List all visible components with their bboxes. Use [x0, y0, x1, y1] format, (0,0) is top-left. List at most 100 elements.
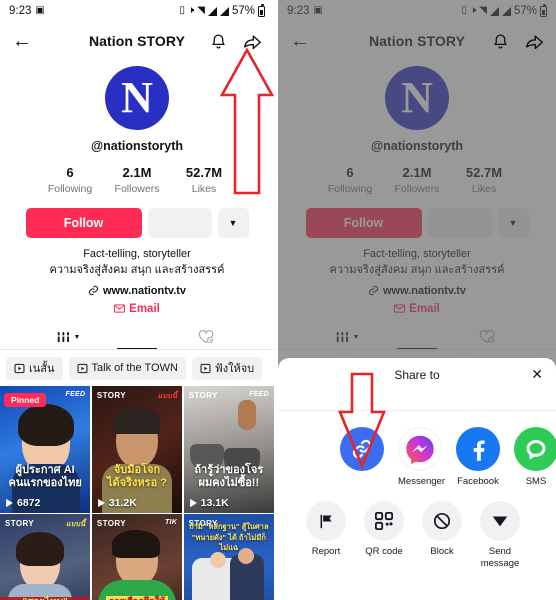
video-cell[interactable]: STORY FEED ถ้ารู้ว่าของโจร ผมคงไม่ซื้อ!! …	[183, 385, 274, 513]
stat-following[interactable]: 6 Following	[317, 165, 384, 195]
battery-icon	[540, 3, 547, 17]
stat-followers[interactable]: 2.1M Followers	[104, 165, 171, 195]
bell-icon[interactable]	[210, 33, 227, 50]
stat-following[interactable]: 6 Following	[37, 165, 104, 195]
signal-icon	[207, 6, 217, 16]
bio-line-2: ความจริงสู่สังคม สนุก และสร้างสรรค์	[329, 263, 505, 276]
stat-label: Likes	[471, 183, 497, 195]
bell-icon[interactable]	[492, 33, 509, 50]
tab-grid[interactable]: ▼	[0, 325, 157, 350]
email-button[interactable]: Email	[278, 303, 556, 315]
email-label: Email	[129, 302, 160, 315]
bio-line-1: Fact-telling, storyteller	[83, 248, 191, 260]
play-icon	[189, 498, 197, 508]
video-caption: ถ้ามี "หลักฐาน" สู้ในศาล "ทนายดัง" ได้ ถ้…	[189, 522, 269, 552]
action-qr-code[interactable]: QR code	[362, 501, 406, 570]
profile-actions: Follow ▼	[0, 208, 274, 238]
action-label: QR code	[365, 546, 403, 557]
share-target-label: Facebook	[457, 476, 499, 487]
tab-active-underline	[397, 347, 437, 350]
status-bar: 9:23 ▣ ▯ 🕨 ◥ 57%	[278, 0, 556, 22]
lock-icon: ▯	[461, 5, 467, 16]
email-button[interactable]: Email	[0, 303, 274, 315]
stat-label: Following	[327, 183, 373, 195]
share-target-facebook[interactable]: Facebook	[456, 427, 500, 487]
avatar[interactable]: N	[385, 66, 449, 130]
more-options-button[interactable]: ▼	[497, 208, 529, 238]
stat-likes[interactable]: 52.7M Likes	[451, 165, 518, 195]
stat-value: 2.1M	[122, 165, 152, 180]
playlist-chip[interactable]: เนสั้น	[6, 356, 63, 380]
battery-percent: 57%	[231, 5, 255, 17]
story-badge: STORY	[188, 390, 218, 400]
signal-icon	[489, 6, 499, 16]
share-target-label: SMS	[525, 476, 547, 487]
profile-bio: Fact-telling, storyteller ความจริงสู่สัง…	[0, 247, 274, 279]
message-button[interactable]	[147, 208, 212, 238]
video-cell[interactable]: STORY แบบนี้ "สวยไหม"สดใส-เฉียบคม? 1733	[0, 514, 91, 600]
avatar[interactable]: N	[105, 66, 169, 130]
profile-website[interactable]: www.nationtv.tv	[0, 285, 274, 297]
wifi-icon: ◥	[479, 5, 487, 16]
lock-icon: ▯	[179, 5, 185, 16]
qr-code-icon	[364, 501, 404, 541]
video-cell[interactable]: STORY ถ้ามี "หลักฐาน" สู้ในศาล "ทนายดัง" …	[183, 514, 274, 600]
action-label: Send message	[480, 546, 520, 569]
video-grid: Pinned FEED ผู้ประกาศ AI คนแรกของไทย 6872…	[0, 385, 274, 600]
follow-button[interactable]: Follow	[305, 208, 422, 238]
status-time: 9:23	[287, 5, 310, 17]
playlist-icon	[200, 363, 211, 374]
playlist-chip[interactable]: ฟังให้จบ	[191, 356, 263, 380]
send-icon	[480, 501, 520, 541]
follow-button[interactable]: Follow	[25, 208, 142, 238]
mail-icon	[114, 304, 126, 314]
share-arrow-icon[interactable]	[243, 33, 262, 50]
play-icon	[6, 498, 13, 508]
left-phone-screen: 9:23 ▣ ▯ 🕨 ◥ 57% ← Nation STORY N @natio…	[0, 0, 274, 600]
stat-likes[interactable]: 52.7M Likes	[171, 165, 238, 195]
share-arrow-icon[interactable]	[525, 33, 544, 50]
chevron-down-icon: ▼	[228, 218, 238, 228]
tab-active-underline	[117, 347, 157, 350]
video-cell[interactable]: STORY แบบนี้ จับมือโจก ได้จริงหรอ ? 31.2K	[91, 385, 183, 513]
back-arrow-icon[interactable]: ←	[12, 31, 32, 51]
share-sheet: Share to ✕ Messenger Facebook SMS Report…	[278, 358, 556, 600]
video-cell[interactable]: Pinned FEED ผู้ประกาศ AI คนแรกของไทย 6872	[0, 385, 91, 513]
signal-icon	[501, 6, 511, 16]
feed-badge: FEED	[249, 390, 269, 398]
playlist-icon	[14, 363, 25, 374]
feed-badge: FEED	[65, 390, 86, 398]
story-badge: STORY	[96, 519, 126, 529]
story-badge: STORY	[96, 390, 126, 400]
action-block[interactable]: Block	[420, 501, 464, 570]
stat-value: 2.1M	[402, 165, 432, 180]
back-arrow-icon[interactable]: ←	[290, 31, 310, 51]
heart-lock-icon	[198, 330, 214, 344]
profile-handle: @nationstoryth	[90, 139, 184, 153]
action-send-message[interactable]: Send message	[478, 501, 522, 570]
profile-website[interactable]: www.nationtv.tv	[278, 285, 556, 297]
stat-followers[interactable]: 2.1M Followers	[384, 165, 451, 195]
profile-tabs: ▼	[278, 325, 556, 350]
nav-actions	[492, 33, 544, 50]
share-target-copy-link[interactable]	[340, 427, 384, 487]
mail-icon	[394, 304, 406, 314]
share-target-sms[interactable]: SMS	[514, 427, 556, 487]
email-label: Email	[409, 302, 440, 315]
nav-bar: ← Nation STORY	[278, 22, 556, 60]
tab-grid[interactable]: ▼	[278, 325, 437, 350]
message-button[interactable]	[427, 208, 492, 238]
playlist-chip[interactable]: Talk of the TOWN	[68, 356, 186, 380]
video-cell[interactable]: STORY TIK การเลือกยึดให้ คนทำงานศิลป 984	[91, 514, 183, 600]
heart-lock-icon	[479, 330, 495, 344]
close-icon[interactable]: ✕	[531, 367, 543, 381]
tab-liked[interactable]	[417, 325, 556, 350]
right-phone-screen: 9:23 ▣ ▯ 🕨 ◥ 57% ← Nation STORY N @natio…	[278, 0, 556, 600]
video-caption: จับมือโจก ได้จริงหรอ ?	[107, 463, 167, 489]
profile-stats: 6 Following 2.1M Followers 52.7M Likes	[0, 165, 274, 195]
share-target-messenger[interactable]: Messenger	[398, 427, 445, 487]
action-report[interactable]: Report	[304, 501, 348, 570]
thumbnail-shape	[18, 403, 74, 446]
tab-liked[interactable]	[137, 325, 274, 350]
more-options-button[interactable]: ▼	[217, 208, 249, 238]
